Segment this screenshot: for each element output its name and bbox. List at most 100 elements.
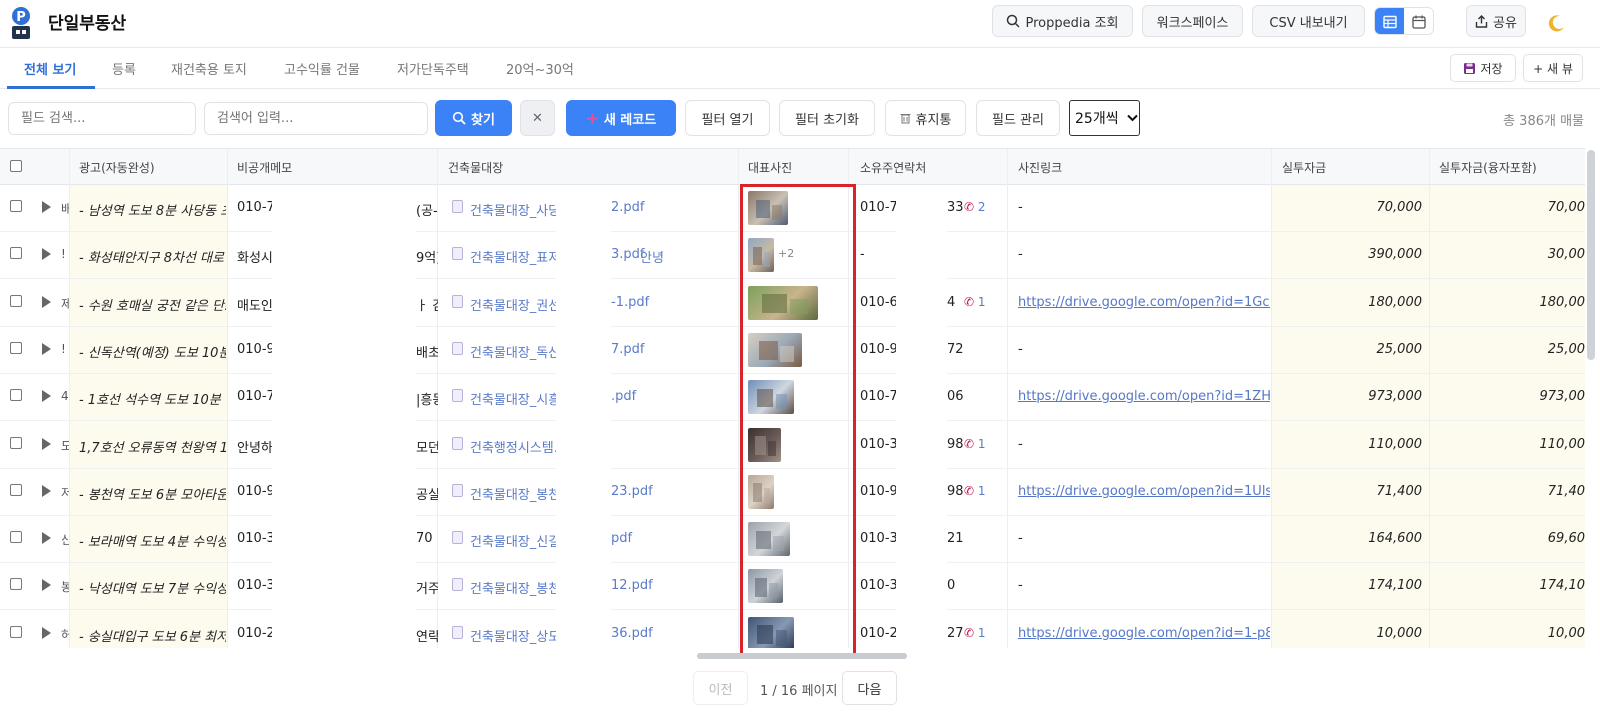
row-checkbox[interactable] [10,389,22,402]
property-photo-thumbnail[interactable] [748,569,783,604]
new-view-button[interactable]: + 새 뷰 [1523,54,1583,82]
header-owner-contact[interactable]: 소유주연락처 [860,159,926,176]
select-all-checkbox[interactable] [10,160,22,172]
property-photo-thumbnail[interactable] [748,616,794,648]
building-register-file-ext[interactable]: 36.pdf [611,626,661,641]
row-checkbox[interactable] [10,200,22,212]
building-register-file-ext[interactable]: 7.pdf [611,342,661,357]
more-photos-count[interactable]: +2 [778,247,800,260]
table-row[interactable]: 신 - 보라매역 도보 4분 수익성 010-3 70 건축물대장_신길 pdf… [0,516,1585,564]
property-photo-thumbnail[interactable] [748,474,774,509]
trash-button[interactable]: 휴지통 [885,100,966,136]
tab-reconstruction-land[interactable]: 재건축용 토지 [171,59,247,78]
building-register-file[interactable]: 건축물대장_권선 [470,295,558,314]
find-button[interactable]: 찾기 [435,100,512,136]
table-view-button[interactable] [1375,8,1404,34]
proppedia-lookup-button[interactable]: Proppedia 조회 [992,5,1133,37]
building-register-file[interactable]: 건축행정시스템. [470,437,558,456]
expand-row-icon[interactable] [42,342,51,355]
table-row[interactable]: 도 1,7호선 오류동역 천왕역 10 안녕하 모던 건축행정시스템. 010-… [0,422,1585,469]
building-register-file[interactable]: 건축물대장_사당 [470,200,558,219]
photo-link[interactable]: https://drive.google.com/open?id=1UlsUN [1018,484,1270,499]
row-checkbox[interactable] [10,531,22,544]
expand-row-icon[interactable] [42,579,51,592]
table-row[interactable]: 허 - 숭실대입구 도보 6분 최저 010-2 연락 건축물대장_상도 36.… [0,611,1585,648]
building-register-file-ext[interactable]: 23.pdf [611,484,661,499]
horizontal-scrollbar[interactable] [697,653,907,659]
row-checkbox[interactable] [10,625,22,638]
expand-row-icon[interactable] [42,437,51,450]
expand-row-icon[interactable] [42,626,51,639]
building-register-file-ext[interactable]: -1.pdf [611,295,661,310]
tab-high-yield-building[interactable]: 고수익률 건물 [284,59,360,78]
call-count[interactable]: ✆ 1 [964,295,1004,309]
building-register-file-ext[interactable]: 2.pdf [611,200,661,215]
row-checkbox[interactable] [10,483,22,496]
row-checkbox[interactable] [10,294,22,307]
expand-row-icon[interactable] [42,201,51,213]
header-net-investment-with-loan[interactable]: 실투자금(융자포함) [1439,159,1537,176]
call-count[interactable]: ✆ 1 [964,484,1004,498]
header-main-photo[interactable]: 대표사진 [748,159,792,176]
tab-2-3-billion[interactable]: 20억~30억 [506,59,574,78]
building-register-file-ext[interactable]: pdf [611,531,661,546]
property-photo-thumbnail[interactable] [748,191,788,225]
search-input[interactable] [204,102,428,135]
calendar-view-button[interactable] [1404,8,1433,34]
header-photo-link[interactable]: 사진링크 [1018,159,1062,176]
header-building-register[interactable]: 건축물대장 [448,159,503,176]
save-view-button[interactable]: 저장 [1450,54,1516,82]
call-count[interactable]: ✆ 1 [964,437,1004,451]
dark-mode-toggle-icon[interactable] [1546,12,1568,34]
expand-row-icon[interactable] [42,295,51,308]
building-register-file[interactable]: 건축물대장_표저 [470,247,558,266]
building-register-file[interactable]: 건축물대장_상도 [470,626,558,645]
prev-page-button[interactable]: 이전 [693,671,748,705]
property-photo-thumbnail[interactable] [748,285,818,320]
building-register-file-ext[interactable]: 12.pdf [611,578,661,593]
workspace-button[interactable]: 워크스페이스 [1142,5,1243,37]
clear-search-button[interactable]: ✕ [520,100,555,136]
csv-export-button[interactable]: CSV 내보내기 [1252,5,1365,37]
building-register-file[interactable]: 건축물대장_봉천 [470,578,558,597]
tab-all[interactable]: 전체 보기 [24,59,76,78]
tab-register[interactable]: 등록 [112,59,136,78]
call-count[interactable]: ✆ 1 [964,626,1004,640]
photo-link[interactable]: https://drive.google.com/open?id=1ZHuJ: [1018,389,1270,404]
tab-low-price-house[interactable]: 저가단독주택 [397,59,469,78]
photo-link[interactable]: https://drive.google.com/open?id=1-p8Br [1018,626,1270,641]
call-count[interactable]: ✆ 2 [964,200,1004,214]
row-checkbox[interactable] [10,436,22,449]
new-record-button[interactable]: 새 레코드 [566,100,676,136]
row-checkbox[interactable] [10,578,22,591]
building-register-file-ext[interactable]: .pdf [611,389,661,404]
header-private-memo[interactable]: 비공개메모 [237,159,292,176]
filter-open-button[interactable]: 필터 열기 [685,100,770,136]
table-row[interactable]: ! - 화성태안지구 8차선 대로 화성시 9억) 건축물대장_표저 3.pdf… [0,232,1585,280]
row-checkbox[interactable] [10,247,22,260]
expand-row-icon[interactable] [42,532,51,545]
building-register-file[interactable]: 건축물대장_시흥 [470,389,558,408]
header-net-investment[interactable]: 실투자금 [1282,159,1326,176]
table-row[interactable]: 제 - 수원 호매실 궁전 같은 단! 매도인 ㅏ 김 건축물대장_권선 -1.… [0,280,1585,327]
expand-row-icon[interactable] [42,484,51,497]
table-row[interactable]: 봉 - 낙성대역 도보 7분 수익성 010-3 거주 건축물대장_봉천 12.… [0,563,1585,611]
building-register-file[interactable]: 건축물대장_독산 [470,342,558,361]
table-row[interactable]: 저 - 봉천역 도보 6분 모아타운 010-9 공실 건축물대장_봉천 23.… [0,469,1585,516]
property-photo-thumbnail[interactable] [748,427,781,462]
property-photo-thumbnail[interactable] [748,238,774,273]
building-register-file[interactable]: 건축물대장_신길 [470,531,558,550]
share-button[interactable]: 공유 [1466,5,1526,37]
table-row[interactable]: ! - 신독산역(예정) 도보 10분 010-9 배초지 건축물대장_독산 7… [0,327,1585,374]
table-row[interactable]: 배 - 남성역 도보 8분 사당동 초 010-7 (공- 건축물대장_사당 2… [0,185,1585,232]
next-page-button[interactable]: 다음 [842,671,897,705]
property-photo-thumbnail[interactable] [748,522,790,557]
row-checkbox[interactable] [10,341,22,354]
property-photo-thumbnail[interactable] [748,380,794,415]
filter-reset-button[interactable]: 필터 초기화 [779,100,875,136]
property-photo-thumbnail[interactable] [748,332,802,367]
vertical-scrollbar[interactable] [1587,150,1595,360]
table-row[interactable]: 4 - 1호선 석수역 도보 10분 ㄹ 010-7 |흥동 건축물대장_시흥 … [0,374,1585,422]
field-manage-button[interactable]: 필드 관리 [976,100,1060,136]
expand-row-icon[interactable] [42,390,51,403]
